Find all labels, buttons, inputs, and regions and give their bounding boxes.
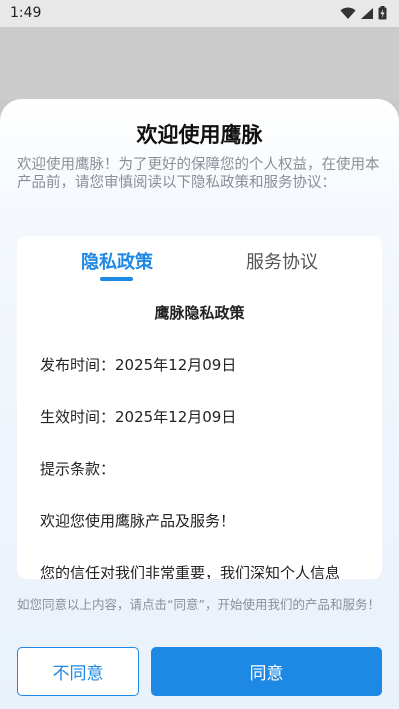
tab-privacy-policy[interactable]: 隐私政策 [42, 248, 192, 274]
document-line: 发布时间：2025年12月09日 [40, 356, 237, 374]
wifi-icon [340, 7, 356, 19]
document-line: 生效时间：2025年12月09日 [40, 408, 237, 426]
agree-button[interactable]: 同意 [151, 647, 382, 696]
policy-card: 隐私政策 服务协议 鹰脉隐私政策 发布时间：2025年12月09日 生效时间：2… [17, 236, 382, 579]
document-line: 提示条款： [40, 460, 116, 478]
document-title: 鹰脉隐私政策 [154, 304, 245, 322]
status-icons [340, 6, 387, 20]
battery-charging-icon [378, 6, 387, 20]
scrim[interactable] [0, 27, 399, 99]
signal-icon [361, 7, 373, 19]
status-time: 1:49 [10, 5, 42, 21]
dialog-title: 欢迎使用鹰脉 [136, 123, 263, 147]
document-line: 您的信任对我们非常重要，我们深知个人信息 [40, 564, 341, 579]
disagree-button[interactable]: 不同意 [17, 647, 139, 696]
active-tab-indicator [100, 277, 133, 281]
status-bar: 1:49 [0, 0, 399, 27]
tab-service-agreement[interactable]: 服务协议 [207, 248, 357, 274]
intro-text: 欢迎使用鹰脉！为了更好的保障您的个人权益，在使用本产品前，请您审慎阅读以下隐私政… [17, 157, 380, 191]
document-line: 欢迎您使用鹰脉产品及服务！ [40, 512, 236, 530]
consent-note: 如您同意以上内容，请点击“同意”，开始使用我们的产品和服务！ [17, 597, 380, 612]
privacy-consent-sheet: 欢迎使用鹰脉 欢迎使用鹰脉！为了更好的保障您的个人权益，在使用本产品前，请您审慎… [0, 99, 399, 709]
